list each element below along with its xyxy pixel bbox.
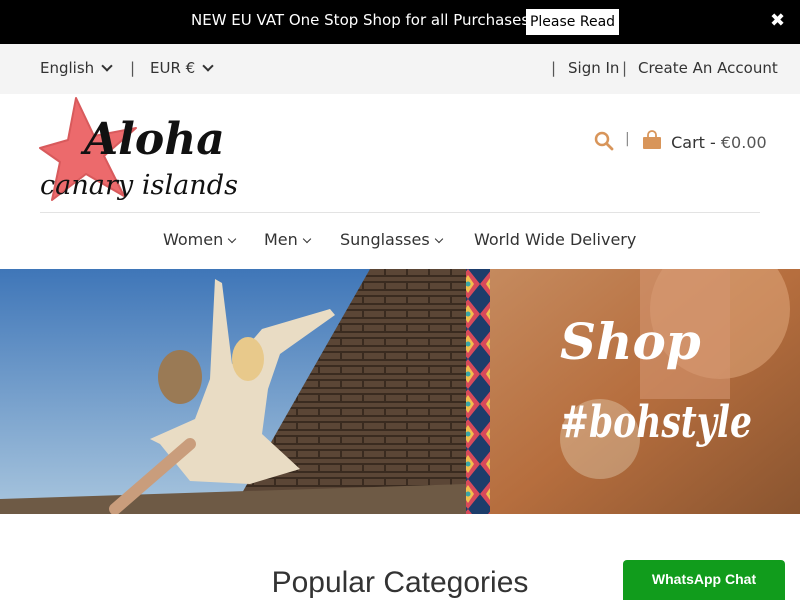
header-divider [40, 212, 760, 213]
language-label: English [40, 59, 95, 77]
hero-banner[interactable]: Shop #bohstyle [0, 269, 800, 514]
nav-label: Women [163, 230, 224, 249]
chevron-down-icon [228, 234, 237, 244]
currency-selector[interactable]: EUR € [150, 59, 214, 77]
nav-label: Sunglasses [340, 230, 430, 249]
logo-line2: canary islands [40, 170, 238, 201]
announcement-bar: NEW EU VAT One Stop Shop for all Purchas… [0, 0, 800, 44]
cart-amount: €0.00 [720, 133, 767, 152]
create-account-link[interactable]: Create An Account [638, 59, 778, 77]
whatsapp-chat-button[interactable]: WhatsApp Chat [623, 560, 785, 600]
hero-text-shop: Shop [560, 312, 701, 371]
chevron-down-icon [302, 234, 312, 244]
nav-item-world-wide-delivery[interactable]: World Wide Delivery [474, 230, 636, 249]
nav-label: World Wide Delivery [474, 230, 637, 249]
currency-label: EUR € [150, 59, 196, 77]
chevron-down-icon [434, 234, 443, 244]
nav-item-sunglasses[interactable]: Sunglasses [340, 230, 443, 249]
separator: | [622, 59, 628, 77]
shopping-bag-icon [643, 130, 661, 149]
logo-line1: Aloha [80, 114, 225, 165]
announcement-message: NEW EU VAT One Stop Shop for all Purchas… [191, 11, 530, 29]
nav-item-men[interactable]: Men [264, 230, 312, 249]
separator: | [625, 131, 630, 147]
utility-bar: English | EUR € | Sign In | Create An Ac… [0, 44, 800, 94]
separator: | [130, 59, 136, 77]
language-selector[interactable]: English [40, 59, 113, 77]
cart-label: Cart - [671, 133, 716, 152]
cart-link[interactable]: Cart - €0.00 [642, 128, 767, 152]
please-read-button[interactable]: Please Read [526, 9, 619, 35]
nav-item-women[interactable]: Women [163, 230, 237, 249]
close-icon[interactable]: ✖ [770, 10, 785, 31]
chevron-down-icon [101, 60, 113, 72]
chevron-down-icon [202, 60, 214, 72]
hero-text-bohstyle: #bohstyle [560, 397, 752, 448]
sign-in-link[interactable]: Sign In [568, 59, 619, 77]
nav-label: Men [264, 230, 298, 249]
site-logo[interactable]: Aloha canary islands [38, 96, 243, 214]
search-icon[interactable] [594, 128, 614, 152]
separator: | [551, 59, 557, 77]
